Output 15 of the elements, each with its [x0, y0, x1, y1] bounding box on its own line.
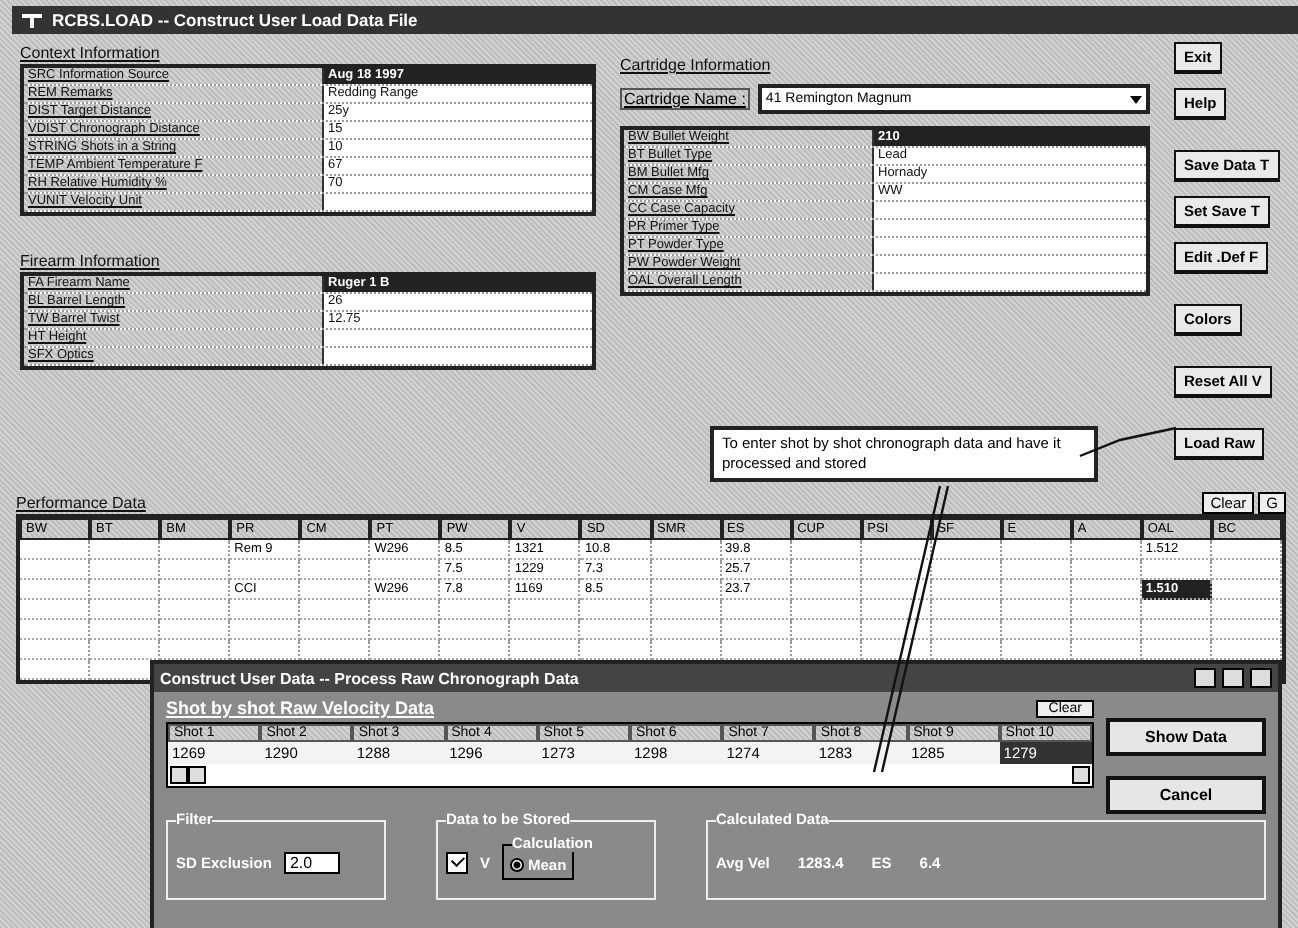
field-label: Cartridge Name :	[620, 88, 750, 110]
group-title: Context Information	[20, 44, 162, 62]
window-title: RCBS.LOAD -- Construct User Load Data File	[52, 10, 418, 30]
dialog-title: Construct User Data -- Process Raw Chronograph Data	[160, 669, 581, 687]
checkbox[interactable]	[446, 851, 468, 873]
dropdown-arrow-icon[interactable]	[1130, 95, 1142, 103]
show-data-button[interactable]: Show Data	[1106, 718, 1266, 756]
radio-button[interactable]	[510, 858, 525, 872]
input-field[interactable]: 2.0	[283, 851, 340, 873]
cancel-button[interactable]: Cancel	[1106, 776, 1266, 814]
group-title: Cartridge Information	[620, 56, 773, 74]
app-icon	[20, 11, 44, 29]
group-title: Firearm Information	[20, 252, 162, 270]
section-heading: Shot by shot Raw Velocity Data	[166, 698, 435, 718]
section-title: Performance Data	[16, 494, 146, 512]
